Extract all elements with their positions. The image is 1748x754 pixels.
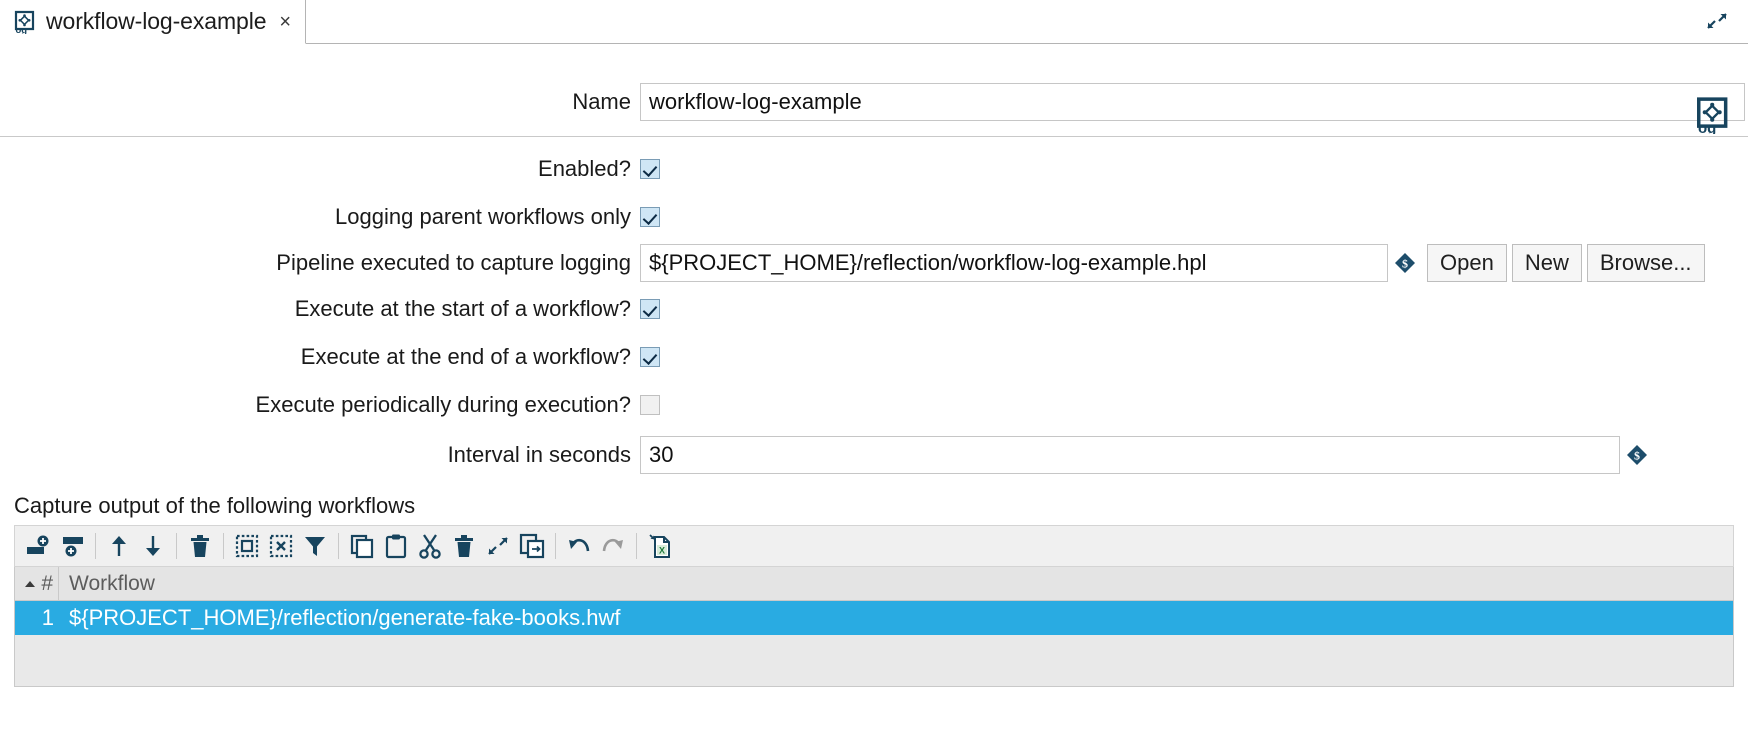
delete-icon[interactable] [447, 529, 481, 563]
end-of-workflow-checkbox[interactable] [640, 347, 660, 367]
tab-bar: og workflow-log-example × [0, 0, 1748, 44]
periodic-checkbox[interactable] [640, 395, 660, 415]
svg-text:X: X [659, 546, 665, 556]
toolbar-separator [338, 533, 339, 559]
workflow-log-icon: og [13, 10, 37, 34]
start-of-workflow-checkbox[interactable] [640, 299, 660, 319]
name-row: Name [0, 70, 1748, 128]
parent-only-checkbox[interactable] [640, 207, 660, 227]
restore-minimize-icon[interactable] [1702, 7, 1732, 37]
toolbar-separator [223, 533, 224, 559]
periodic-label: Execute periodically during execution? [0, 392, 640, 418]
start-of-workflow-label: Execute at the start of a workflow? [0, 296, 640, 322]
table-empty-area [15, 635, 1733, 687]
grid-toolbar: X [14, 525, 1734, 567]
toolbar-separator [636, 533, 637, 559]
enabled-row: Enabled? [0, 145, 1748, 193]
paste-icon[interactable] [379, 529, 413, 563]
name-label: Name [0, 89, 640, 115]
toolbar-separator [176, 533, 177, 559]
svg-text:$: $ [1402, 257, 1408, 271]
insert-row-before-icon[interactable] [21, 529, 55, 563]
svg-text:og: og [1698, 120, 1716, 134]
interval-variable-diamond-icon[interactable]: $ [1626, 444, 1648, 466]
pipeline-row: Pipeline executed to capture logging $ O… [0, 241, 1748, 285]
pipeline-open-button[interactable]: Open [1427, 244, 1507, 282]
svg-text:$: $ [1634, 449, 1640, 463]
pipeline-input[interactable] [640, 244, 1388, 282]
insert-row-after-icon[interactable] [55, 529, 89, 563]
select-all-icon[interactable] [230, 529, 264, 563]
svg-text:og: og [16, 25, 28, 34]
capture-section-title: Capture output of the following workflow… [14, 493, 415, 519]
tab-close-icon[interactable]: × [279, 12, 291, 32]
settings-form: og Name Enabled? Logging parent workflow… [0, 44, 1748, 481]
filter-icon[interactable] [298, 529, 332, 563]
toolbar-separator [555, 533, 556, 559]
table-header-row: # Workflow [15, 567, 1733, 601]
table-header-workflow[interactable]: Workflow [59, 567, 1733, 600]
collapse-icon[interactable] [481, 529, 515, 563]
table-header-number[interactable]: # [15, 567, 59, 600]
table-cell-workflow[interactable]: ${PROJECT_HOME}/reflection/generate-fake… [59, 605, 1733, 631]
start-of-workflow-row: Execute at the start of a workflow? [0, 285, 1748, 333]
parent-only-row: Logging parent workflows only [0, 193, 1748, 241]
enabled-checkbox[interactable] [640, 159, 660, 179]
variable-diamond-icon[interactable]: $ [1394, 252, 1416, 274]
name-input[interactable] [640, 83, 1745, 121]
workflow-log-editor: og workflow-log-example × [0, 0, 1748, 754]
workflow-log-header-icon: og [1694, 96, 1732, 134]
pipeline-browse-button[interactable]: Browse... [1587, 244, 1705, 282]
delete-row-icon[interactable] [183, 529, 217, 563]
pipeline-new-button[interactable]: New [1512, 244, 1582, 282]
table-cell-number: 1 [15, 605, 59, 631]
copy-icon[interactable] [345, 529, 379, 563]
table-row[interactable]: 1 ${PROJECT_HOME}/reflection/generate-fa… [15, 601, 1733, 635]
pipeline-label: Pipeline executed to capture logging [0, 250, 640, 276]
move-row-down-icon[interactable] [136, 529, 170, 563]
export-to-excel-icon[interactable]: X [643, 529, 677, 563]
interval-row: Interval in seconds $ [0, 429, 1748, 481]
redo-icon[interactable] [596, 529, 630, 563]
end-of-workflow-row: Execute at the end of a workflow? [0, 333, 1748, 381]
end-of-workflow-label: Execute at the end of a workflow? [0, 344, 640, 370]
toolbar-separator [95, 533, 96, 559]
cut-icon[interactable] [413, 529, 447, 563]
interval-label: Interval in seconds [0, 442, 640, 468]
table-header-number-label: # [41, 572, 53, 596]
clear-selection-icon[interactable] [264, 529, 298, 563]
form-divider [0, 136, 1748, 137]
table-header-workflow-label: Workflow [69, 572, 155, 596]
move-row-up-icon[interactable] [102, 529, 136, 563]
interval-input[interactable] [640, 436, 1620, 474]
periodic-row: Execute periodically during execution? [0, 381, 1748, 429]
parent-only-label: Logging parent workflows only [0, 204, 640, 230]
sort-ascending-icon[interactable] [25, 581, 35, 587]
undo-icon[interactable] [562, 529, 596, 563]
tab-workflow-log-example[interactable]: og workflow-log-example × [0, 0, 306, 44]
copy-to-all-rows-icon[interactable] [515, 529, 549, 563]
tab-label: workflow-log-example [46, 8, 266, 35]
workflows-table: # Workflow 1 ${PROJECT_HOME}/reflection/… [14, 567, 1734, 687]
enabled-label: Enabled? [0, 156, 640, 182]
